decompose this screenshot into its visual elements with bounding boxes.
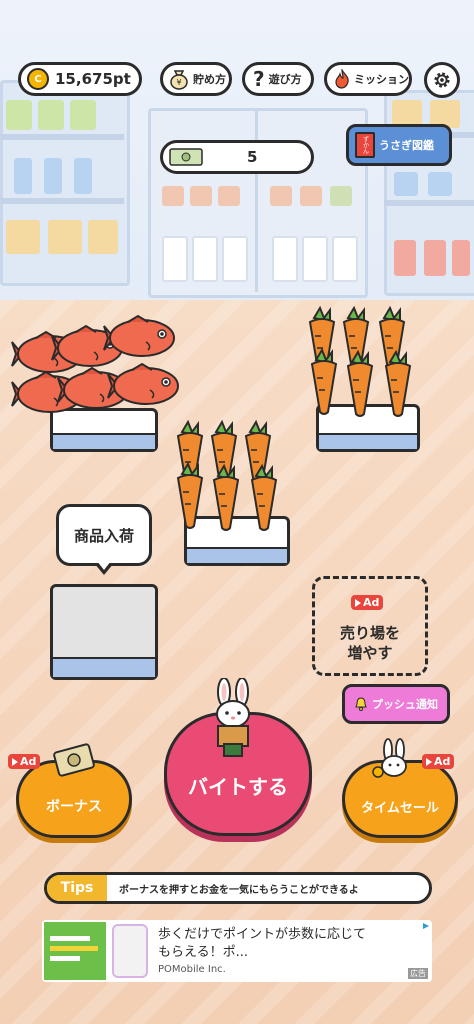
ad-image xyxy=(44,922,106,980)
stock-bubble-label: 商品入荷 xyxy=(73,526,134,545)
carrot-icon[interactable] xyxy=(168,418,298,548)
ad-badge-label: Ad xyxy=(20,755,37,768)
push-notification-button[interactable]: プッシュ通知 xyxy=(342,684,450,724)
play-icon xyxy=(12,757,18,766)
rabbit-icon xyxy=(372,738,407,778)
work-button-label: バイトする xyxy=(188,774,288,799)
expand-store-label-1: 売り場を xyxy=(339,624,400,642)
tips-tag-label: Tips xyxy=(60,880,94,896)
money-bag-icon: ¥ xyxy=(170,70,188,90)
carrot-icon[interactable] xyxy=(300,304,430,436)
right-shelf xyxy=(384,90,474,300)
ad-info-icon[interactable] xyxy=(422,922,430,930)
ad-tag: 広告 xyxy=(408,968,428,979)
ad-advertiser: POMobile Inc. xyxy=(158,964,226,975)
bonus-button-label: ボーナス xyxy=(46,799,102,815)
ad-badge-label: Ad xyxy=(363,596,380,609)
svg-text:¥: ¥ xyxy=(176,78,181,87)
ad-banner[interactable]: 歩くだけでポイントが歩数に応じて もらえる！ポ... POMobile Inc.… xyxy=(42,920,432,982)
timesale-button-label: タイムセール xyxy=(361,800,439,816)
center-fridge xyxy=(148,108,368,298)
empty-tray[interactable] xyxy=(50,584,158,680)
tips-bar: Tips ボーナスを押すとお金を一気にもらうことができるよ xyxy=(44,872,432,904)
left-shelf xyxy=(0,80,130,290)
push-notification-label: プッシュ通知 xyxy=(372,698,438,711)
expand-store-button[interactable]: Ad 売り場を 増やす xyxy=(312,576,428,676)
mission-label: ミッション xyxy=(354,73,409,86)
bell-icon xyxy=(355,697,367,711)
savings-label: 貯め方 xyxy=(193,73,226,86)
encyclopedia-label: うさぎ図鑑 xyxy=(379,139,434,152)
ad-text-line2: もらえる！ポ... xyxy=(158,945,249,960)
gear-icon xyxy=(434,72,450,88)
points-display: C 15,675pt xyxy=(18,62,142,96)
savings-button[interactable]: ¥ 貯め方 xyxy=(160,62,232,96)
howto-button[interactable]: ? 遊び方 xyxy=(242,62,314,96)
play-icon xyxy=(355,598,361,607)
encyclopedia-button[interactable]: ずかん うさぎ図鑑 xyxy=(346,124,452,166)
settings-button[interactable] xyxy=(424,62,460,98)
tips-text: ボーナスを押すとお金を一気にもらうことができるよ xyxy=(119,884,359,896)
rabbit-worker-icon xyxy=(216,678,250,757)
fish-icon[interactable] xyxy=(8,306,188,424)
play-icon xyxy=(426,757,432,766)
book-icon: ずかん xyxy=(355,132,375,158)
tips-tag: Tips xyxy=(47,875,107,901)
money-counter: 5 xyxy=(160,140,314,174)
question-icon: ? xyxy=(253,67,265,91)
stock-bubble[interactable]: 商品入荷 xyxy=(56,504,152,566)
fire-icon xyxy=(335,69,349,89)
ad-text-line1: 歩くだけでポイントが歩数に応じて xyxy=(158,927,367,942)
ad-badge: Ad xyxy=(422,754,455,769)
money-value: 5 xyxy=(247,148,258,166)
ad-phone-image xyxy=(112,924,148,978)
expand-store-label-2: 増やす xyxy=(347,644,393,662)
banknote-icon xyxy=(53,743,95,777)
bubble-tail-inner xyxy=(97,561,111,570)
ad-badge: Ad xyxy=(8,754,41,769)
ad-badge-label: Ad xyxy=(434,755,451,768)
points-value: 15,675pt xyxy=(55,70,131,88)
mission-button[interactable]: ミッション xyxy=(324,62,412,96)
howto-label: 遊び方 xyxy=(268,73,302,86)
ad-badge: Ad xyxy=(351,595,384,610)
banknote-icon xyxy=(169,148,203,166)
coin-icon: C xyxy=(27,68,49,90)
